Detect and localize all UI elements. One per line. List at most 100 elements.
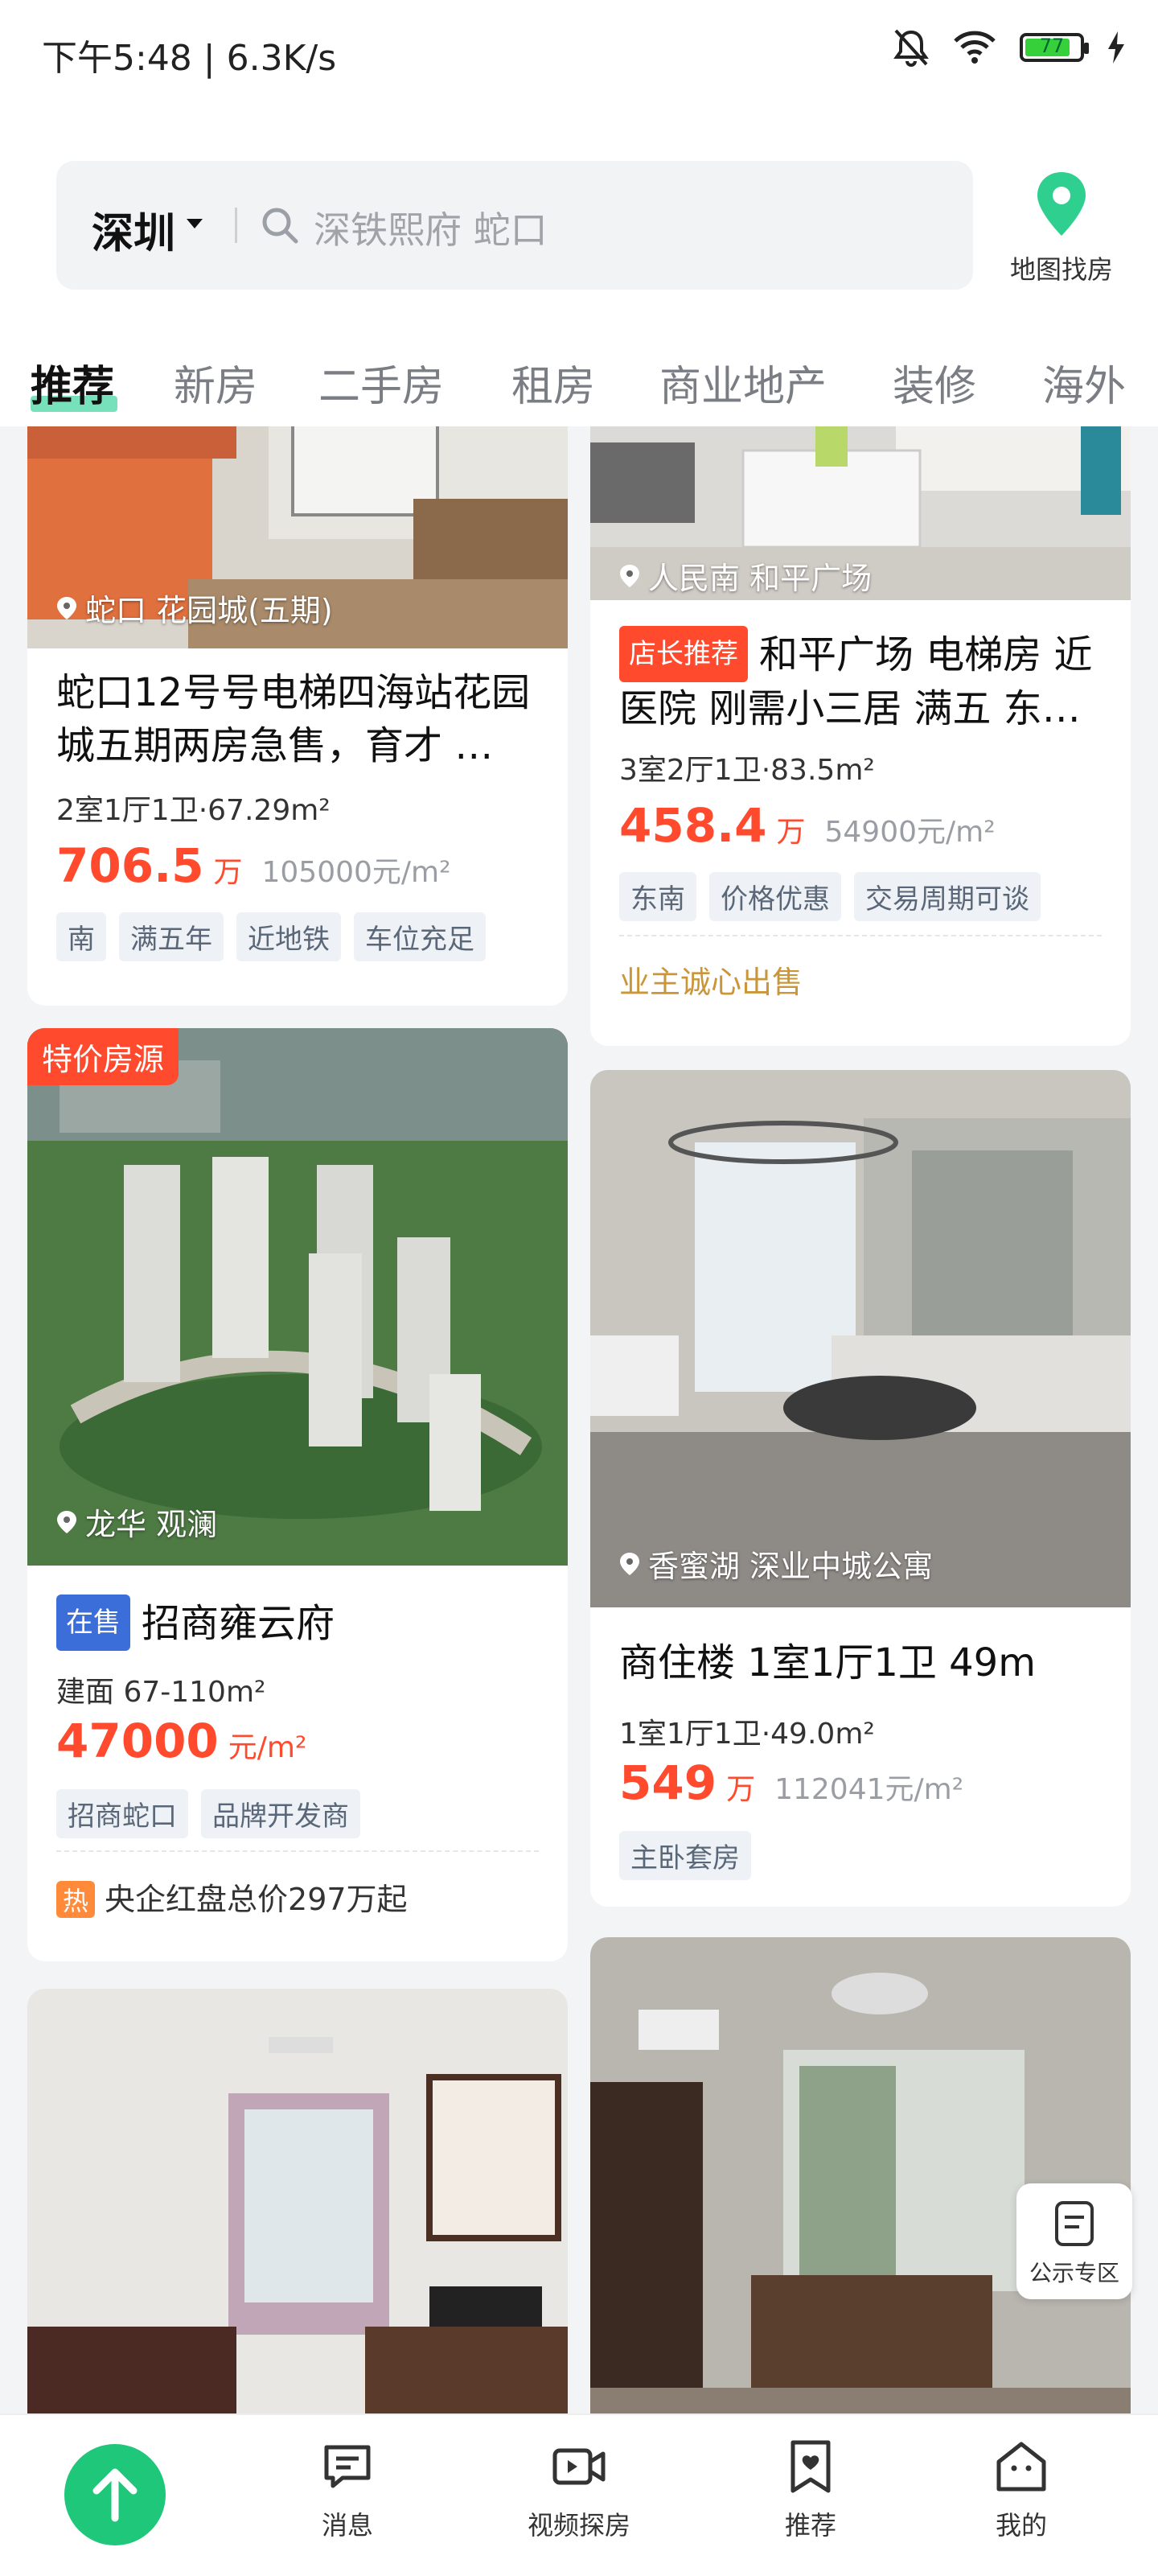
tag: 满五年 (119, 912, 224, 961)
city-selector[interactable]: 深圳 (92, 200, 175, 260)
battery-icon: 77 (1020, 33, 1089, 62)
listing-card[interactable] (590, 1937, 1131, 2413)
search-icon (262, 208, 298, 244)
unit-price: 112041元/m² (774, 1773, 964, 1806)
listing-price: 706.5 万 105000元/m² (56, 838, 451, 893)
unit-price: 54900元/m² (824, 816, 996, 849)
listing-price: 47000 元/m² (56, 1714, 306, 1768)
listing-photo (27, 1989, 568, 2413)
bookmark-heart-icon (790, 2440, 831, 2493)
tab-recommend[interactable]: 推荐 (31, 352, 114, 413)
tag: 招商蛇口 (56, 1789, 188, 1838)
listing-title: 蛇口12号号电梯四海站花园城五期两房急售，育才 … (56, 670, 531, 768)
listing-card[interactable]: 蛇口 花园城(五期) 蛇口12号号电梯四海站花园城五期两房急售，育才 … 2室1… (27, 426, 568, 1006)
tag: 车位充足 (354, 912, 486, 961)
search-input[interactable]: 深铁熙府 蛇口 (314, 201, 548, 254)
listing-area: 建面 67-110m² (56, 1676, 266, 1709)
nav-label: 我的 (995, 2510, 1047, 2541)
status-bar: 下午5:48 | 6.3K/s 77 (0, 0, 1158, 105)
seller-note: 业主诚心出售 (619, 965, 803, 1000)
notice-zone-label: 公示专区 (1029, 2260, 1119, 2286)
location-text: 蛇口 花园城(五期) (85, 593, 333, 628)
tab-overseas[interactable]: 海外 (1042, 352, 1126, 413)
map-search-button[interactable]: 地图找房 (997, 169, 1126, 286)
message-icon (324, 2445, 371, 2488)
listing-tags: 主卧套房 (619, 1831, 751, 1880)
nav-recommend[interactable]: 推荐 (730, 2438, 891, 2542)
listing-photo (590, 1070, 1131, 1607)
tab-second-hand[interactable]: 二手房 (318, 352, 444, 413)
listing-tags: 东南 价格优惠 交易周期可谈 (619, 872, 1041, 921)
unit-price: 105000元/m² (261, 856, 451, 889)
listing-title: 在售 招商雍云府 (56, 1595, 539, 1651)
listing-title: 商住楼 1室1厅1卫 49m (619, 1640, 1036, 1685)
tab-commercial[interactable]: 商业地产 (659, 352, 827, 413)
tag: 主卧套房 (619, 1831, 751, 1880)
price-value: 549 (619, 1755, 717, 1810)
price-value: 706.5 (56, 838, 204, 893)
listing-tags: 招商蛇口 品牌开发商 (56, 1789, 360, 1838)
tag: 南 (56, 912, 106, 961)
special-offer-badge: 特价房源 (27, 1028, 179, 1085)
map-search-label: 地图找房 (1009, 254, 1113, 285)
search-bar[interactable]: 深圳 深铁熙府 蛇口 (56, 161, 973, 290)
nav-label: 视频探房 (527, 2510, 630, 2541)
shop-recommend-badge: 店长推荐 (619, 626, 748, 682)
listing-tags: 南 满五年 近地铁 车位充足 (56, 912, 486, 961)
price-unit: 万 (726, 1773, 756, 1806)
listing-title: 店长推荐 和平广场 电梯房 近医院 刚需小三居 满五 东… (619, 626, 1102, 735)
listing-feed[interactable]: 蛇口 花园城(五期) 蛇口12号号电梯四海站花园城五期两房急售，育才 … 2室1… (0, 426, 1158, 2413)
listing-card[interactable]: 香蜜湖 深业中城公寓 商住楼 1室1厅1卫 49m 1室1厅1卫·49.0m² … (590, 1070, 1131, 1907)
location-text: 龙华 观澜 (85, 1507, 218, 1542)
tab-decoration[interactable]: 装修 (893, 352, 976, 413)
listing-location: 香蜜湖 深业中城公寓 (619, 1541, 933, 1586)
title-text: 招商雍云府 (142, 1601, 335, 1646)
price-unit: 元/m² (228, 1731, 307, 1764)
listing-photo (590, 1937, 1131, 2413)
price-unit: 万 (213, 856, 243, 889)
listing-location: 龙华 观澜 (56, 1500, 217, 1544)
tag: 东南 (619, 872, 696, 921)
listing-card[interactable]: 特价房源 龙华 观澜 在售 招商雍云府 建面 67-110m² 47000 元/m²… (27, 1028, 568, 1961)
tab-rent[interactable]: 租房 (511, 352, 595, 413)
promo-text: 央企红盘总价297万起 (105, 1882, 408, 1917)
tab-new-house[interactable]: 新房 (174, 352, 257, 413)
listing-spec: 1室1厅1卫·49.0m² (619, 1718, 875, 1751)
profile-icon (996, 2442, 1046, 2492)
map-pin-icon (1037, 172, 1086, 236)
listing-price: 458.4 万 54900元/m² (619, 798, 996, 853)
listing-location: 蛇口 花园城(五期) (56, 586, 333, 630)
listing-location: 人民南 和平广场 (619, 553, 872, 598)
notice-zone-button[interactable]: 公示专区 (1016, 2183, 1132, 2299)
location-pin-icon (620, 1552, 639, 1575)
location-pin-icon (620, 564, 639, 587)
nav-messages[interactable]: 消息 (267, 2438, 428, 2542)
nav-video-tour[interactable]: 视频探房 (499, 2438, 659, 2542)
bottom-nav: 消息 视频探房 推荐 我的 (0, 2413, 1158, 2576)
category-tabs: 推荐 新房 二手房 租房 商业地产 装修 海外 (0, 330, 1158, 426)
price-value: 458.4 (619, 798, 767, 853)
tag: 近地铁 (236, 912, 341, 961)
tag: 价格优惠 (709, 872, 841, 921)
nav-profile[interactable]: 我的 (941, 2438, 1102, 2542)
wifi-icon (954, 31, 996, 64)
listing-card[interactable] (27, 1989, 568, 2413)
on-sale-badge: 在售 (56, 1595, 130, 1651)
listing-price: 549 万 112041元/m² (619, 1755, 963, 1810)
price-value: 47000 (56, 1714, 219, 1768)
nav-label: 推荐 (784, 2510, 836, 2541)
divider (235, 208, 237, 243)
status-icons: 77 (893, 27, 1126, 68)
listing-card[interactable]: 人民南 和平广场 店长推荐 和平广场 电梯房 近医院 刚需小三居 满五 东… 3室… (590, 426, 1131, 1046)
document-icon (1055, 2201, 1094, 2246)
status-time: 下午5:48 | 6.3K/s (42, 38, 337, 79)
back-to-top-button[interactable] (64, 2444, 166, 2545)
tag: 品牌开发商 (201, 1789, 360, 1838)
tag: 交易周期可谈 (854, 872, 1041, 921)
nav-label: 消息 (321, 2510, 373, 2541)
header: 深圳 深铁熙府 蛇口 地图找房 (0, 105, 1158, 330)
location-pin-icon (57, 596, 76, 619)
listing-spec: 2室1厅1卫·67.29m² (56, 794, 331, 827)
charging-bolt-icon (1108, 31, 1124, 64)
chevron-down-icon (187, 219, 203, 228)
